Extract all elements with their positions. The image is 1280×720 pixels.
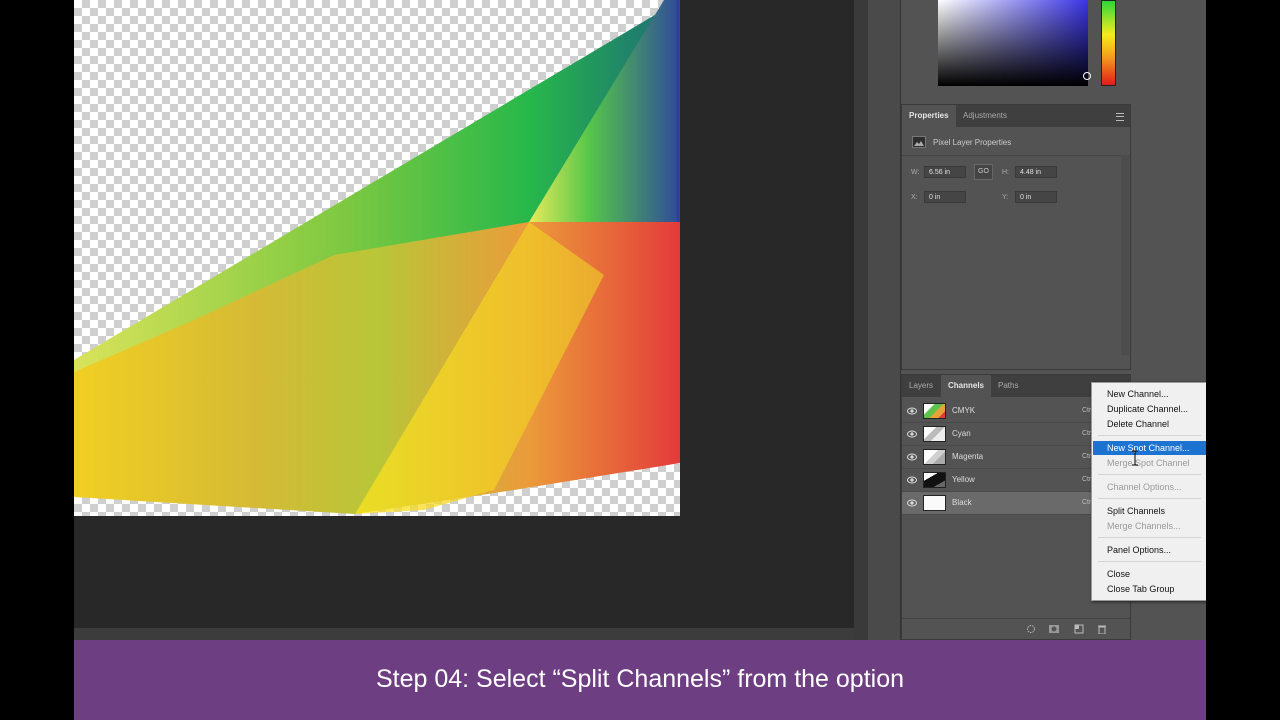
panel-menu-icon[interactable] [1116, 113, 1124, 121]
menu-item-merge-channels[interactable]: Merge Channels... [1093, 519, 1206, 533]
load-selection-icon[interactable] [1026, 624, 1036, 634]
y-field[interactable]: 0 in [1015, 191, 1057, 203]
color-picker-cursor[interactable] [1083, 72, 1091, 80]
x-label: X: [911, 194, 918, 201]
photoshop-workspace: Properties Adjustments Pixel Layer Prope… [74, 0, 1206, 640]
tab-properties[interactable]: Properties [902, 105, 956, 127]
menu-separator [1098, 435, 1201, 436]
menu-item-panel-options[interactable]: Panel Options... [1093, 543, 1206, 557]
channel-thumbnail [923, 495, 946, 511]
visibility-eye-icon[interactable] [907, 475, 917, 485]
menu-item-delete-channel[interactable]: Delete Channel [1093, 417, 1206, 431]
x-field[interactable]: 0 in [924, 191, 966, 203]
channel-name: CMYK [952, 406, 976, 415]
channels-context-menu: New Channel... Duplicate Channel... Dele… [1091, 382, 1206, 601]
channel-thumbnail [923, 403, 946, 419]
properties-tabbar: Properties Adjustments [902, 105, 1130, 127]
channel-row-cyan[interactable]: Cyan Ctr [902, 423, 1092, 446]
menu-separator [1098, 537, 1201, 538]
menu-item-channel-options[interactable]: Channel Options... [1093, 480, 1206, 494]
properties-panel: Properties Adjustments Pixel Layer Prope… [901, 104, 1131, 370]
menu-item-new-channel[interactable]: New Channel... [1093, 387, 1206, 401]
delete-channel-icon[interactable] [1097, 624, 1107, 634]
tab-paths[interactable]: Paths [991, 375, 1025, 397]
width-field[interactable]: 6.56 in [924, 166, 966, 178]
color-field[interactable] [938, 0, 1088, 86]
y-label: Y: [1002, 194, 1009, 201]
channels-footer [902, 618, 1130, 639]
canvas-area [74, 0, 854, 628]
menu-item-split-channels[interactable]: Split Channels [1093, 504, 1206, 518]
tab-layers[interactable]: Layers [902, 375, 940, 397]
visibility-eye-icon[interactable] [907, 429, 917, 439]
new-channel-icon[interactable] [1074, 624, 1084, 634]
vertical-scrollbar[interactable] [854, 0, 868, 640]
channel-row-black[interactable]: Black Ctr [902, 492, 1092, 515]
visibility-eye-icon[interactable] [907, 498, 917, 508]
document-canvas[interactable] [74, 0, 680, 516]
section-title: Pixel Layer Properties [933, 138, 1012, 147]
mouse-cursor-icon [1132, 450, 1138, 466]
channel-thumbnail [923, 472, 946, 488]
tab-channels[interactable]: Channels [941, 375, 992, 397]
color-panel [901, 0, 1131, 102]
collapsed-panel-column [868, 0, 901, 640]
gradient-artwork [74, 0, 680, 514]
channel-thumbnail [923, 449, 946, 465]
channel-shortcut: Ctr [1082, 476, 1092, 483]
menu-item-merge-spot-channel[interactable]: Merge Spot Channel [1093, 456, 1206, 470]
channel-name: Cyan [952, 429, 971, 438]
link-dimensions-icon[interactable]: GO [974, 164, 993, 180]
channel-row-magenta[interactable]: Magenta Ctr [902, 446, 1092, 469]
menu-separator [1098, 474, 1201, 475]
w-label: W: [911, 169, 920, 176]
properties-header: Pixel Layer Properties [902, 131, 1130, 156]
menu-separator [1098, 498, 1201, 499]
horizontal-scrollbar[interactable] [74, 628, 854, 640]
channel-name: Magenta [952, 452, 984, 461]
menu-item-close-tab-group[interactable]: Close Tab Group [1093, 582, 1206, 596]
channel-thumbnail [923, 426, 946, 442]
tab-adjustments[interactable]: Adjustments [956, 105, 1014, 127]
menu-item-new-spot-channel[interactable]: New Spot Channel... [1093, 441, 1206, 455]
properties-scrollbar[interactable] [1121, 155, 1129, 355]
channel-shortcut: Ctr [1082, 407, 1092, 414]
channel-name: Yellow [952, 475, 975, 484]
save-selection-icon[interactable] [1048, 624, 1060, 634]
pixel-layer-icon [912, 136, 926, 148]
hue-slider[interactable] [1101, 0, 1116, 86]
menu-separator [1098, 561, 1201, 562]
h-label: H: [1002, 169, 1009, 176]
visibility-eye-icon[interactable] [907, 406, 917, 416]
menu-item-duplicate-channel[interactable]: Duplicate Channel... [1093, 402, 1206, 416]
caption-bar: Step 04: Select “Split Channels” from th… [74, 640, 1206, 720]
channel-row-yellow[interactable]: Yellow Ctr [902, 469, 1092, 492]
menu-item-close[interactable]: Close [1093, 567, 1206, 581]
channel-name: Black [952, 498, 972, 507]
channel-shortcut: Ctr [1082, 499, 1092, 506]
channel-shortcut: Ctr [1082, 453, 1092, 460]
channel-row-cmyk[interactable]: CMYK Ctr [902, 400, 1092, 423]
height-field[interactable]: 4.48 in [1015, 166, 1057, 178]
channel-shortcut: Ctr [1082, 430, 1092, 437]
visibility-eye-icon[interactable] [907, 452, 917, 462]
step-caption: Step 04: Select “Split Channels” from th… [375, 665, 905, 693]
